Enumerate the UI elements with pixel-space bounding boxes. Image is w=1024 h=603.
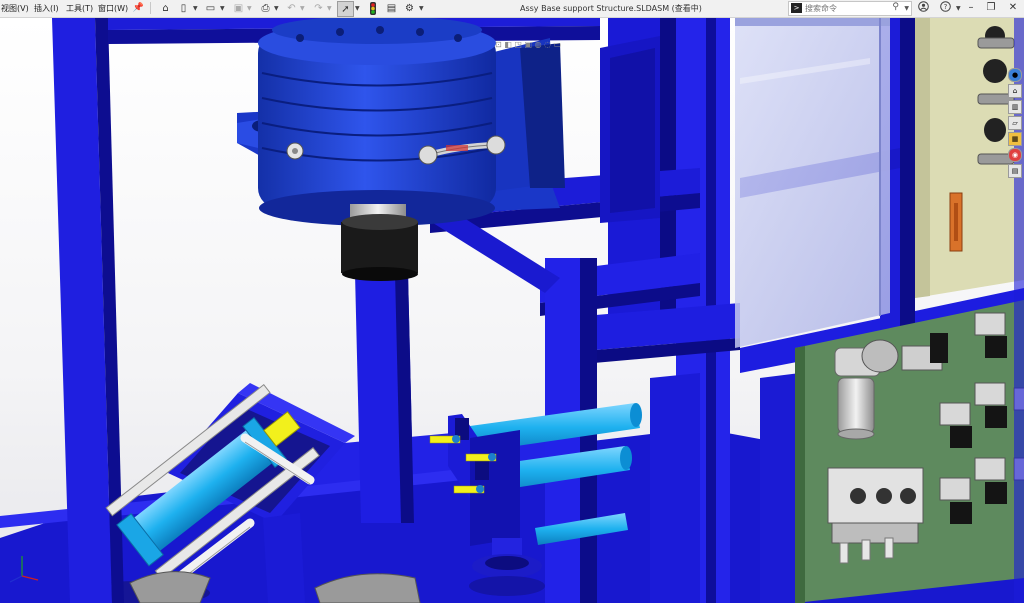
chevron-down-icon[interactable]: ▼ — [300, 5, 305, 12]
chevron-down-icon[interactable]: ▼ — [355, 5, 360, 12]
graphics-area[interactable]: ⊡ ◧ ◳ ▣ ◍ ◌ ▭ ● ⌂ ▥ ▱ ▦ ◉ ▤ — [0, 18, 1024, 603]
user-account-icon[interactable] — [914, 1, 932, 15]
chevron-down-icon[interactable]: ▼ — [904, 5, 909, 12]
chevron-down-icon[interactable]: ▼ — [193, 5, 198, 12]
toolbar-separator — [150, 2, 151, 14]
minimize-icon[interactable]: – — [962, 1, 980, 15]
menu-window[interactable]: 窗口(W) — [98, 3, 128, 14]
close-icon[interactable]: ✕ — [1004, 1, 1022, 15]
section-view-icon[interactable]: ◧ — [504, 40, 512, 49]
document-title: Assy Base support Structure.SLDASM (查看中) — [520, 4, 702, 13]
chevron-down-icon[interactable]: ▼ — [220, 5, 225, 12]
solidworks-resources-icon[interactable]: ● — [1008, 68, 1022, 82]
select-pointer-icon[interactable]: ➚ — [337, 1, 354, 17]
reference-triad-icon — [9, 556, 39, 583]
menu-insert[interactable]: 插入(I) — [34, 3, 59, 14]
hide-show-icon[interactable]: ◍ — [535, 40, 542, 49]
zoom-to-fit-icon[interactable]: ⊡ — [495, 40, 502, 49]
glass-guard-panel — [735, 18, 890, 348]
traffic-light-icon[interactable] — [365, 1, 380, 15]
appearances-icon[interactable]: ▦ — [1008, 132, 1022, 146]
undo-icon[interactable]: ↶ — [284, 1, 299, 15]
chevron-down-icon[interactable]: ▼ — [274, 5, 279, 12]
help-icon[interactable]: ? — [936, 1, 954, 15]
heads-up-view-toolbar: ⊡ ◧ ◳ ▣ ◍ ◌ ▭ — [495, 40, 561, 49]
chevron-down-icon[interactable]: ▼ — [327, 5, 332, 12]
display-style-icon[interactable]: ▣ — [524, 40, 532, 49]
new-document-icon[interactable]: ▯ — [176, 1, 191, 15]
chevron-down-icon[interactable]: ▼ — [247, 5, 252, 12]
redo-icon[interactable]: ↷ — [311, 1, 326, 15]
command-prompt-icon: > — [791, 3, 802, 13]
pin-icon[interactable]: 📌 — [131, 1, 146, 15]
file-properties-icon[interactable]: ▤ — [1008, 164, 1022, 178]
title-bar: 视图(V) 插入(I) 工具(T) 窗口(W) 📌 ⌂ ▯ ▼ ▭ ▼ ▣ ▼ … — [0, 0, 1024, 18]
svg-text:?: ? — [943, 3, 947, 11]
assembly-model[interactable] — [0, 18, 1024, 603]
search-placeholder: 搜索命令 — [805, 4, 837, 13]
save-icon[interactable]: ▣ — [231, 1, 246, 15]
shaft-post — [355, 273, 414, 523]
apply-scene-icon[interactable]: ◌ — [544, 40, 551, 49]
file-properties-icon[interactable]: ▤ — [384, 1, 399, 15]
menu-tools[interactable]: 工具(T) — [66, 3, 93, 14]
home-icon[interactable]: ⌂ — [158, 1, 173, 15]
print-icon[interactable]: ⎙ — [258, 1, 273, 15]
search-input[interactable]: > 搜索命令 ⚲ ▼ — [788, 1, 912, 16]
open-icon[interactable]: ▭ — [203, 1, 218, 15]
view-settings-icon[interactable]: ▭ — [554, 40, 562, 49]
search-icon[interactable]: ⚲ — [892, 2, 899, 12]
view-palette-icon[interactable]: ▱ — [1008, 116, 1022, 130]
chevron-down-icon[interactable]: ▼ — [419, 5, 424, 12]
task-pane: ● ⌂ ▥ ▱ ▦ ◉ ▤ — [1008, 68, 1022, 180]
file-explorer-icon[interactable]: ▥ — [1008, 100, 1022, 114]
chevron-down-icon[interactable]: ▼ — [956, 5, 961, 12]
options-gear-icon[interactable]: ⚙ — [402, 1, 417, 15]
drive-motor — [237, 18, 565, 226]
custom-properties-icon[interactable]: ◉ — [1008, 148, 1022, 162]
restore-icon[interactable]: ❐ — [982, 1, 1000, 15]
menu-view[interactable]: 视图(V) — [1, 3, 29, 14]
view-orientation-icon[interactable]: ◳ — [514, 40, 522, 49]
design-library-icon[interactable]: ⌂ — [1008, 84, 1022, 98]
pneumatic-valve-panel — [795, 300, 1024, 603]
